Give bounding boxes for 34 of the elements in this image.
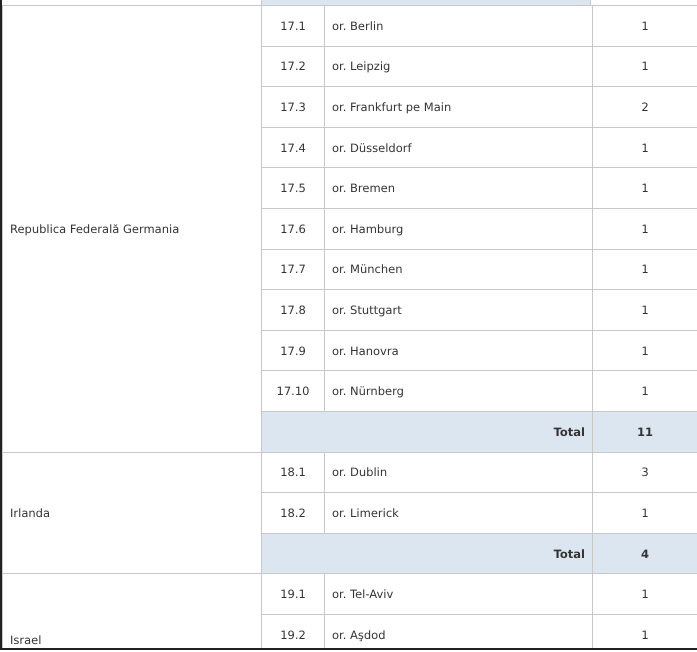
- table-cell: or. München: [324, 249, 592, 290]
- total-value: 4: [592, 533, 697, 574]
- table-cell: or. Berlin: [324, 6, 592, 46]
- table-cell: 17.9: [262, 330, 324, 371]
- table-cell: 17.3: [262, 86, 324, 128]
- table-cell: or. Dublin: [324, 452, 592, 493]
- table-cell: 18.1: [262, 452, 324, 493]
- table-cell: 17.2: [262, 46, 324, 87]
- table-cell: or. Nürnberg: [324, 370, 592, 412]
- total-label: Total: [262, 533, 592, 574]
- table-cell: or. Tel-Aviv: [324, 574, 592, 614]
- table-cell: or. Stuttgart: [324, 290, 592, 330]
- country-name: Israel: [10, 632, 42, 646]
- table-cell: 1: [592, 6, 697, 46]
- country-name: Irlanda: [10, 506, 50, 520]
- table-cell: or. Hamburg: [324, 208, 592, 250]
- table-cell: 17.1: [262, 6, 324, 46]
- table-cell: or. Limerick: [324, 492, 592, 534]
- table-cell: or. Hanovra: [324, 330, 592, 371]
- table-cell: 17.4: [262, 127, 324, 168]
- table-cell: or. Düsseldorf: [324, 127, 592, 168]
- total-value: 11: [592, 411, 697, 452]
- country-name: Republica Federală Germania: [10, 222, 180, 236]
- table-cell: or. Frankfurt pe Main: [324, 86, 592, 128]
- total-label: Total: [262, 411, 592, 452]
- table-cell: or. Bremen: [324, 168, 592, 208]
- table-cell: 17.5: [262, 168, 324, 208]
- table-cell: 17.10: [262, 370, 324, 412]
- table-cell: 17.7: [262, 249, 324, 290]
- table-cell: 18.2: [262, 492, 324, 534]
- table-cell: or. Leipzig: [324, 46, 592, 87]
- table-cell: 17.8: [262, 290, 324, 330]
- table-cell: 17.6: [262, 208, 324, 250]
- table-cell: 19.1: [262, 574, 324, 614]
